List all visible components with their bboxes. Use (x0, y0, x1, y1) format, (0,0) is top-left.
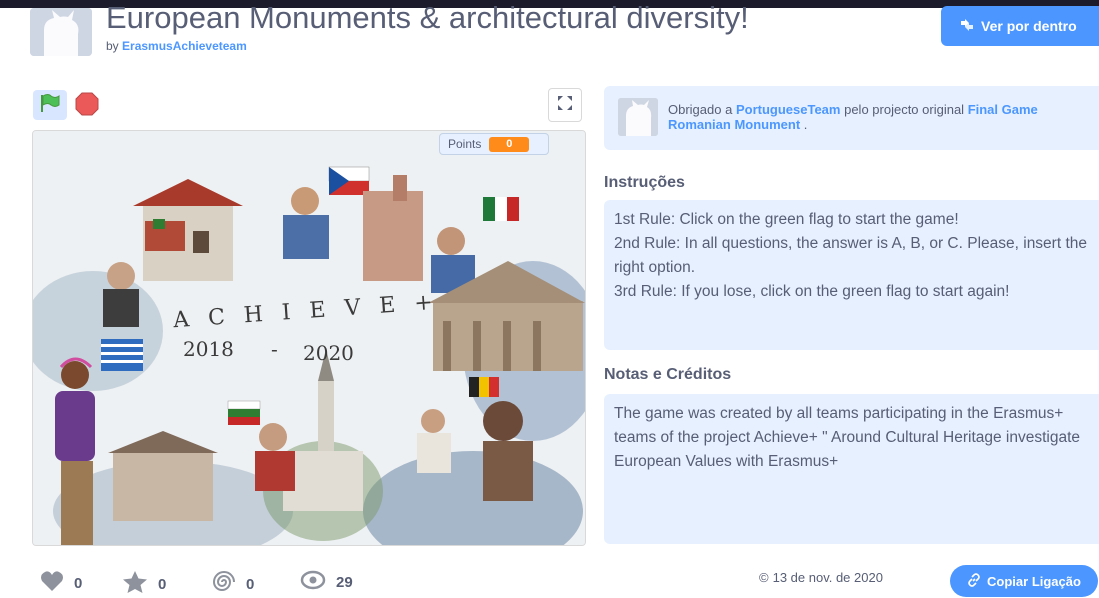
instructions-box: 1st Rule: Click on the green flag to sta… (604, 200, 1099, 350)
star-icon (122, 570, 148, 598)
share-date-text: 13 de nov. de 2020 (772, 570, 883, 585)
by-prefix: by (106, 39, 119, 53)
love-stat[interactable]: 0 (40, 570, 82, 596)
views-count: 29 (336, 573, 353, 591)
heart-icon (40, 570, 64, 596)
points-value: 0 (489, 136, 530, 152)
stage-artwork (33, 131, 585, 545)
notes-text: The game was created by all teams partic… (614, 405, 1081, 470)
author-link[interactable]: ErasmusAchieveteam (122, 39, 247, 53)
stop-button[interactable] (74, 92, 100, 121)
art-dash: - (271, 337, 278, 361)
project-page: European Monuments & architectural diver… (0, 0, 1099, 598)
art-year-end: 2020 (303, 341, 354, 365)
fullscreen-icon (557, 95, 573, 116)
remix-count: 0 (246, 575, 255, 593)
art-year-start: 2018 (183, 337, 234, 361)
views-stat: 29 (300, 570, 353, 594)
remix-suffix: . (803, 117, 808, 132)
author-byline: by ErasmusAchieveteam (106, 39, 247, 53)
copyright-icon: © (759, 570, 769, 585)
remix-spiral-icon (212, 570, 236, 598)
remix-middle: pelo projecto original (844, 102, 965, 117)
favorite-count: 0 (158, 575, 167, 593)
green-flag-button[interactable] (33, 90, 67, 120)
see-inside-label: Ver por dentro (981, 18, 1077, 34)
copy-link-label: Copiar Ligação (987, 573, 1081, 589)
remix-prefix: Obrigado a (668, 102, 733, 117)
remix-credit-text: Obrigado a PortugueseTeam pelo projecto … (668, 102, 1088, 132)
remix-arrows-icon (959, 18, 975, 35)
remix-thumbnail[interactable] (618, 98, 658, 136)
remix-team-link[interactable]: PortugueseTeam (736, 102, 841, 117)
green-flag-icon (39, 93, 61, 118)
instruction-line: 3rd Rule: If you lose, click on the gree… (614, 283, 1010, 300)
instruction-line: 1st Rule: Click on the green flag to sta… (614, 211, 959, 228)
points-label: Points (448, 137, 482, 151)
notes-heading: Notas e Créditos (604, 366, 732, 383)
see-inside-button[interactable]: Ver por dentro (941, 6, 1099, 46)
link-icon (967, 572, 981, 590)
remix-stat[interactable]: 0 (212, 570, 254, 598)
points-variable-monitor: Points 0 (439, 133, 549, 155)
love-count: 0 (74, 574, 83, 592)
copy-link-button[interactable]: Copiar Ligação (950, 565, 1098, 597)
eye-icon (300, 570, 326, 594)
project-title[interactable]: European Monuments & architectural diver… (106, 0, 749, 36)
instructions-heading: Instruções (604, 174, 685, 191)
remix-credit: Obrigado a PortugueseTeam pelo projecto … (604, 86, 1099, 150)
stop-icon (75, 92, 99, 121)
favorite-stat[interactable]: 0 (122, 570, 166, 598)
notes-box: The game was created by all teams partic… (604, 394, 1099, 544)
share-date: © 13 de nov. de 2020 (759, 570, 883, 585)
instruction-line: 2nd Rule: In all questions, the answer i… (614, 235, 1087, 276)
fullscreen-button[interactable] (548, 88, 582, 122)
project-thumbnail[interactable] (30, 8, 92, 56)
project-stage[interactable]: A C H I E V E + 2018 - 2020 Points 0 (32, 130, 586, 546)
